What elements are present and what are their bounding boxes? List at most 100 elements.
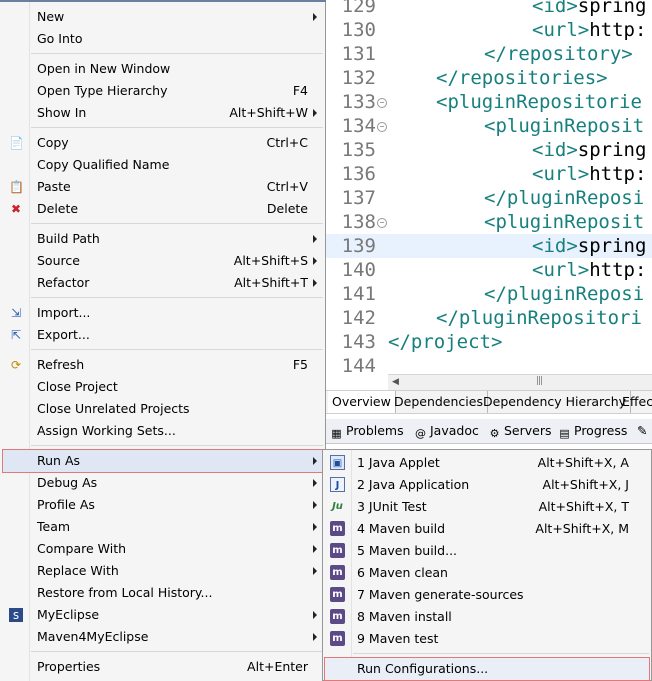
menu-item-debug-as[interactable]: Debug As xyxy=(3,472,322,494)
code-line[interactable]: 129 <id>spring xyxy=(326,0,652,18)
menu-item-refactor[interactable]: Refactor Alt+Shift+T xyxy=(3,272,322,294)
tab-dependencies[interactable]: Dependencies xyxy=(390,391,488,413)
run-as-7-maven-generate-sources[interactable]: m 7 Maven generate-sources xyxy=(325,584,649,606)
menu-item-label: Refresh xyxy=(37,357,85,372)
submenu-arrow-icon xyxy=(313,611,317,619)
menu-item-restore-from-local-history[interactable]: Restore from Local History... xyxy=(3,582,322,604)
menu-item-label: Open Type Hierarchy xyxy=(37,83,168,98)
menu-item-delete[interactable]: ✖ Delete Delete xyxy=(3,198,322,220)
code-line[interactable]: 135 <id>spring xyxy=(326,138,652,162)
tab-dependency-hierarchy[interactable]: Dependency Hierarchy xyxy=(479,391,632,413)
run-as-6-maven-clean[interactable]: m 6 Maven clean xyxy=(325,562,649,584)
menu-item-copy-qualified-name[interactable]: Copy Qualified Name xyxy=(3,154,322,176)
menu-item-build-path[interactable]: Build Path xyxy=(3,228,322,250)
run-as-4-maven-build[interactable]: m 4 Maven build Alt+Shift+X, M xyxy=(325,518,649,540)
code-line[interactable]: 137 </pluginReposi xyxy=(326,186,652,210)
tab-label: Problems xyxy=(346,423,404,438)
menu-item-open-in-new-window[interactable]: Open in New Window xyxy=(3,58,322,80)
servers-icon: ⚙ xyxy=(489,427,500,440)
menu-item-maven4myeclipse[interactable]: Maven4MyEclipse xyxy=(3,626,322,648)
menu-item-label: Run As xyxy=(37,453,81,468)
xml-text: spring xyxy=(577,235,647,257)
run-as-9-maven-test[interactable]: m 9 Maven test xyxy=(325,628,649,650)
line-number: 140 xyxy=(341,259,376,281)
code-line[interactable]: 138− <pluginReposit xyxy=(326,210,652,234)
menu-item-run-as[interactable]: Run As xyxy=(2,449,323,473)
menu-item-source[interactable]: Source Alt+Shift+S xyxy=(3,250,322,272)
menu-item-close-unrelated-projects[interactable]: Close Unrelated Projects xyxy=(3,398,322,420)
problems-icon: ▦ xyxy=(331,427,342,440)
menu-item-myeclipse[interactable]: ꜱ MyEclipse xyxy=(3,604,322,626)
myeclipse-icon: ꜱ xyxy=(9,608,23,622)
menu-item-replace-with[interactable]: Replace With xyxy=(3,560,322,582)
line-number: 134 xyxy=(341,115,376,137)
code-line[interactable]: 133− <pluginRepositorie xyxy=(326,90,652,114)
scroll-left-icon[interactable]: ◀ xyxy=(392,377,399,387)
tab-servers[interactable]: ⚙ Servers xyxy=(488,419,552,443)
run-as-run-configurations[interactable]: Run Configurations... xyxy=(324,657,650,681)
code-line[interactable]: 132 </repositories> xyxy=(326,66,652,90)
menu-item-copy[interactable]: 📄 Copy Ctrl+C xyxy=(3,132,322,154)
menu-item-profile-as[interactable]: Profile As xyxy=(3,494,322,516)
code-line[interactable]: 134− <pluginReposit xyxy=(326,114,652,138)
menu-item-go-into[interactable]: Go Into xyxy=(3,28,322,50)
run-as-1-java-applet[interactable]: ▣ 1 Java Applet Alt+Shift+X, A xyxy=(325,452,649,474)
code-line[interactable]: 131 </repository> xyxy=(326,42,652,66)
fold-toggle-icon[interactable]: − xyxy=(377,122,387,132)
java-application-icon: J xyxy=(330,477,345,492)
tab-label: Javadoc xyxy=(430,423,479,438)
code-line[interactable]: 140 <url>http: xyxy=(326,258,652,282)
menu-item-show-in[interactable]: Show In Alt+Shift+W xyxy=(3,102,322,124)
run-as-5-maven-build[interactable]: m 5 Maven build... xyxy=(325,540,649,562)
tab-progress[interactable]: ▤ Progress xyxy=(558,419,627,443)
code-text: </pluginReposi xyxy=(484,186,644,210)
menu-item-label: 1 Java Applet xyxy=(357,455,440,470)
menu-item-import[interactable]: ⇲ Import... xyxy=(3,302,322,324)
menu-item-refresh[interactable]: ⟳ Refresh F5 xyxy=(3,354,322,376)
submenu-arrow-icon xyxy=(313,523,317,531)
menu-item-label: Assign Working Sets... xyxy=(37,423,176,438)
tab-overview[interactable]: Overview xyxy=(328,391,396,413)
menu-item-properties[interactable]: Properties Alt+Enter xyxy=(3,656,322,678)
xml-tag: </project> xyxy=(388,331,503,353)
fold-toggle-icon[interactable]: − xyxy=(377,98,387,108)
menu-item-assign-working-sets[interactable]: Assign Working Sets... xyxy=(3,420,322,442)
run-as-8-maven-install[interactable]: m 8 Maven install xyxy=(325,606,649,628)
code-line[interactable]: 143 </project> xyxy=(326,330,652,354)
menu-item-label: Refactor xyxy=(37,275,90,290)
menu-item-compare-with[interactable]: Compare With xyxy=(3,538,322,560)
run-as-3-junit-test[interactable]: Ju 3 JUnit Test Alt+Shift+X, T xyxy=(325,496,649,518)
export-icon: ⇱ xyxy=(10,328,22,342)
menu-separator xyxy=(31,297,323,298)
line-number: 136 xyxy=(341,163,376,185)
line-number: 141 xyxy=(341,283,376,305)
fold-toggle-icon[interactable]: − xyxy=(377,218,387,228)
tab-effect[interactable]: Effect xyxy=(618,391,652,413)
code-line[interactable]: 141 </pluginReposi xyxy=(326,282,652,306)
maven-icon: m xyxy=(330,587,345,602)
menu-item-shortcut: Alt+Shift+X, A xyxy=(537,455,629,470)
menu-item-open-type-hierarchy[interactable]: Open Type Hierarchy F4 xyxy=(3,80,322,102)
code-text: </pluginReposi xyxy=(484,282,644,306)
scroll-grip-icon[interactable]: ||| xyxy=(536,376,543,386)
pin-view-icon[interactable]: ✎ xyxy=(637,419,647,443)
line-number: 129 xyxy=(341,0,376,17)
menu-item-label: Close Project xyxy=(37,379,118,394)
menu-item-close-project[interactable]: Close Project xyxy=(3,376,322,398)
menu-item-paste[interactable]: 📋 Paste Ctrl+V xyxy=(3,176,322,198)
editor-horizontal-scrollbar[interactable]: ◀ ||| xyxy=(388,374,652,390)
code-line[interactable]: 142 </pluginRepositori xyxy=(326,306,652,330)
code-line[interactable]: 139 <id>spring xyxy=(326,234,652,258)
xml-editor[interactable]: 129 <id>spring 130 <url>http: 131 </repositor… xyxy=(326,0,652,390)
tab-problems[interactable]: ▦ Problems xyxy=(330,419,404,443)
tab-javadoc[interactable]: @ Javadoc xyxy=(414,419,479,443)
code-line[interactable]: 130 <url>http: xyxy=(326,18,652,42)
maven-icon: m xyxy=(330,543,345,558)
submenu-arrow-icon xyxy=(313,501,317,509)
run-as-2-java-application[interactable]: J 2 Java Application Alt+Shift+X, J xyxy=(325,474,649,496)
code-line[interactable]: 136 <url>http: xyxy=(326,162,652,186)
menu-item-team[interactable]: Team xyxy=(3,516,322,538)
java-applet-icon: ▣ xyxy=(330,455,345,470)
menu-item-export[interactable]: ⇱ Export... xyxy=(3,324,322,346)
menu-item-new[interactable]: New xyxy=(3,6,322,28)
